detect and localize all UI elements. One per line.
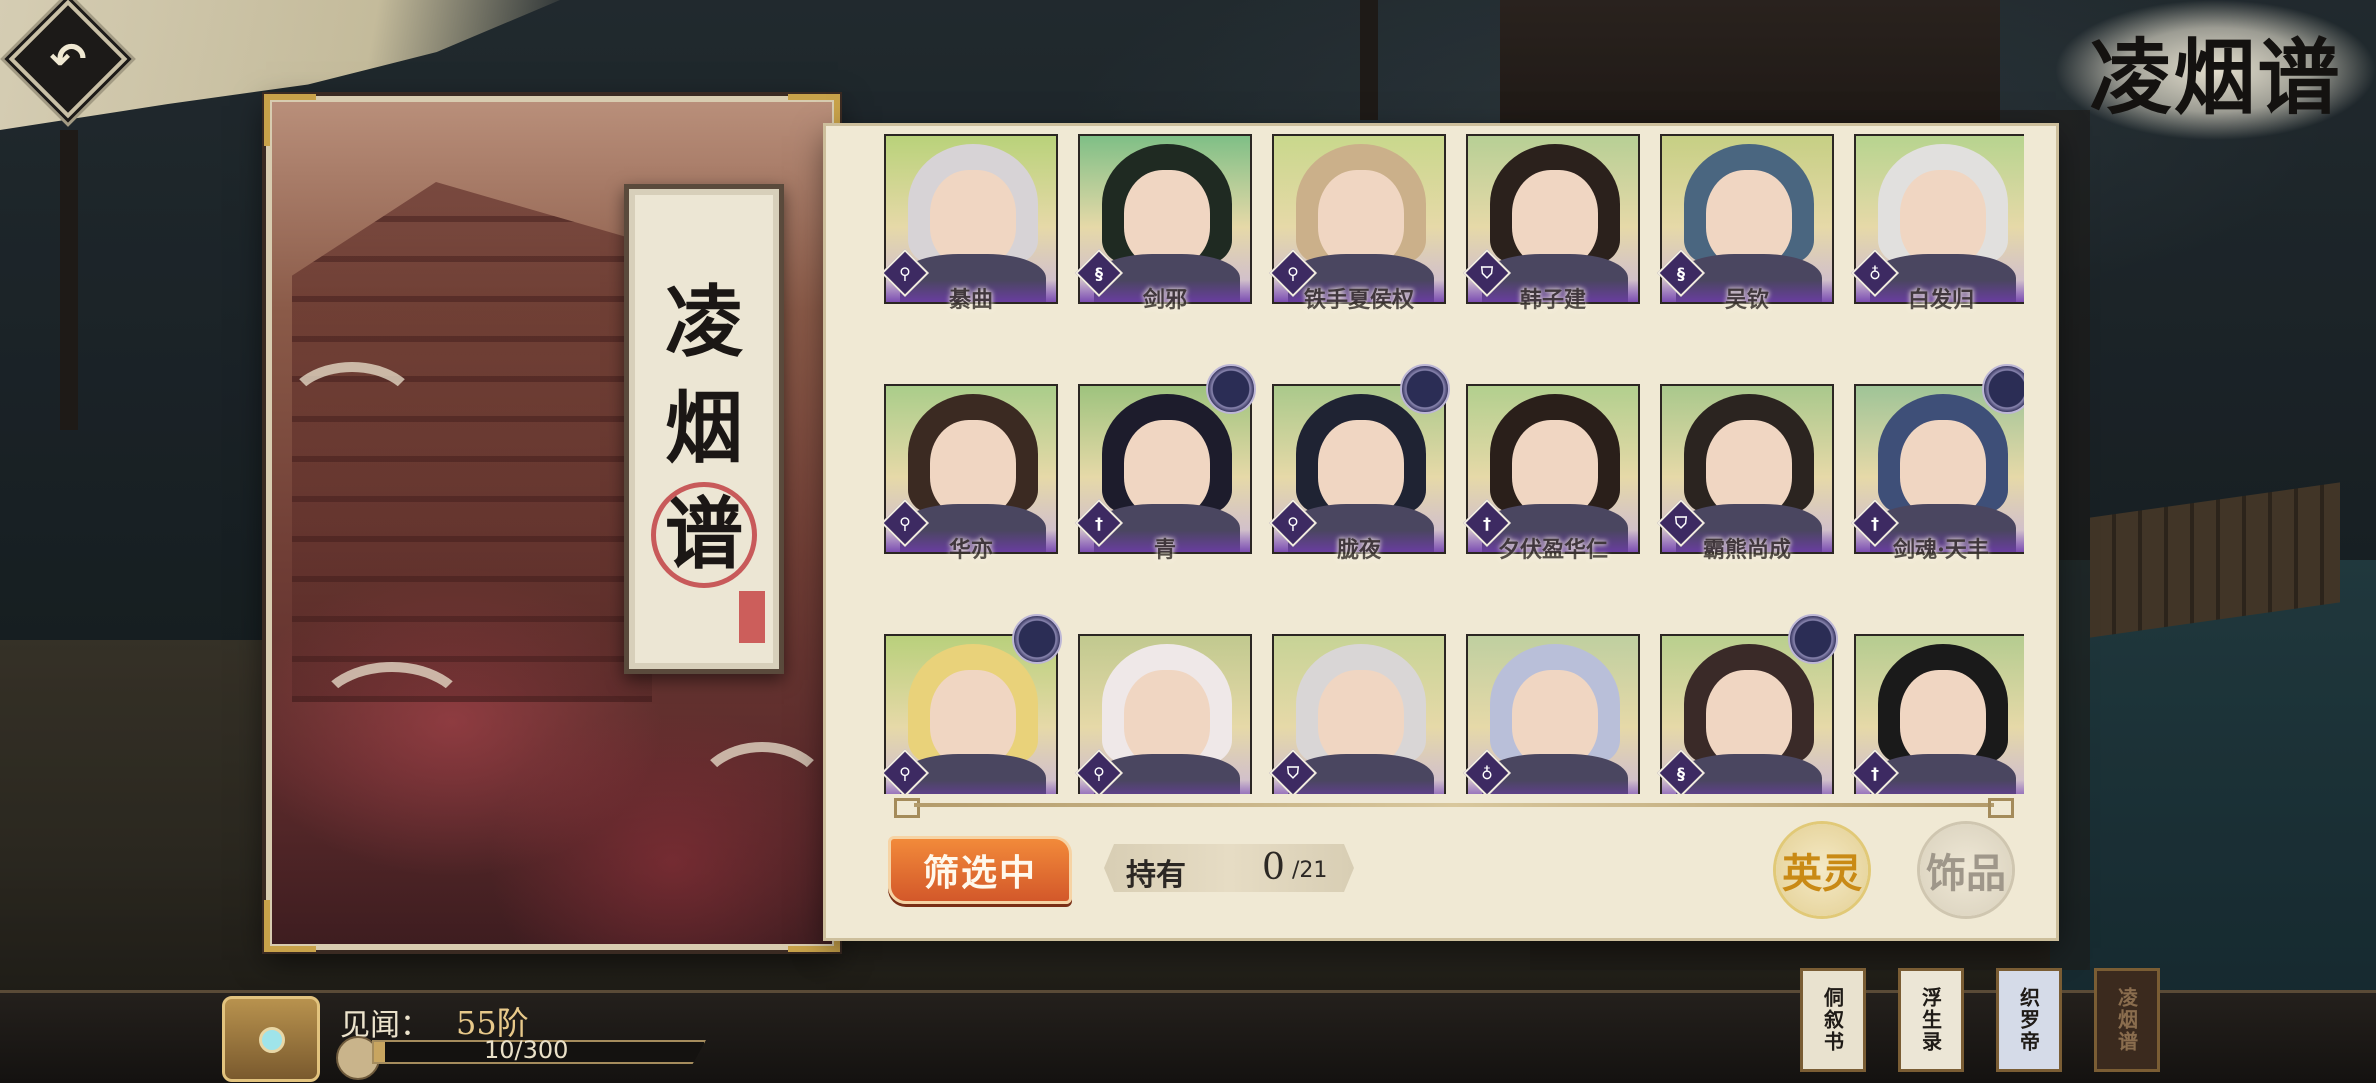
title-tablet: 凌 烟 谱 (624, 184, 784, 674)
character-card[interactable]: † 剑魂·天丰 (1850, 364, 2024, 563)
portrait-face (1512, 170, 1598, 266)
divider-end (1988, 798, 2014, 818)
rank-badge-icon (1206, 364, 1256, 414)
book-tab[interactable]: 侗叙书 (1800, 968, 1866, 1072)
tab-heroes[interactable]: 英灵 (1776, 824, 1868, 916)
book-tab[interactable]: 凌烟谱 (2094, 968, 2160, 1072)
character-name: 韩子建 (1519, 287, 1586, 313)
rank-badge-icon (1788, 614, 1838, 664)
roster-panel: ⚲ 綦曲 § 剑邪 ⚲ 铁手夏侯权 ⛉ 韩子建 § 吴钦 ♁ 白发归 ⚲ 华亦 † 青 ⚲ 胧夜 † 夕伏盈华仁 ⛉ 霸熊… (826, 126, 2056, 938)
character-card[interactable]: † 青 (1074, 364, 1256, 563)
portrait-face (1318, 170, 1404, 266)
character-name: 綦曲 (948, 287, 993, 313)
character-card[interactable]: ⛉ 韩子建 (1462, 134, 1640, 313)
character-card[interactable]: ⚲ 铁手夏侯权 (1268, 134, 1446, 313)
back-arrow-icon: ↶ (49, 33, 87, 85)
owned-label: 持有 (1126, 858, 1186, 893)
tablet-char-3: 谱 (664, 489, 743, 580)
character-card[interactable]: ⚲ (1074, 634, 1252, 794)
character-card[interactable]: § 吴钦 (1656, 134, 1834, 313)
book-corner (264, 900, 316, 952)
cloud-swirl (692, 742, 832, 852)
character-name: 霸熊尚成 (1702, 537, 1791, 563)
treasure-chest-icon[interactable] (222, 996, 320, 1082)
portrait-face (1512, 420, 1598, 516)
character-name: 青 (1153, 537, 1176, 563)
rank-badge-icon (1982, 364, 2024, 414)
page-title: 凌烟谱 (2055, 0, 2376, 140)
portrait-face (930, 670, 1016, 766)
character-card[interactable]: ♁ (1462, 634, 1640, 794)
portrait-face (1706, 170, 1792, 266)
cloud-swirl (312, 662, 472, 772)
tablet-char-2: 烟 (664, 383, 743, 474)
character-card[interactable]: ⚲ 华亦 (884, 384, 1058, 563)
portrait-face (930, 420, 1016, 516)
character-card[interactable]: ⚲ 綦曲 (884, 134, 1058, 313)
character-grid[interactable]: ⚲ 綦曲 § 剑邪 ⚲ 铁手夏侯权 ⛉ 韩子建 § 吴钦 ♁ 白发归 ⚲ 华亦 † 青 ⚲ 胧夜 † 夕伏盈华仁 ⛉ 霸熊… (884, 134, 2024, 794)
character-name: 剑魂·天丰 (1893, 537, 1989, 563)
portrait-face (1124, 170, 1210, 266)
portrait-face (1706, 670, 1792, 766)
book-corner (264, 94, 316, 146)
character-name: 剑邪 (1142, 287, 1187, 313)
character-name: 胧夜 (1336, 537, 1381, 563)
character-card[interactable]: § (1656, 614, 1838, 794)
character-card[interactable]: § 剑邪 (1074, 134, 1252, 313)
portrait-face (1900, 420, 1986, 516)
scroll-divider (894, 798, 2014, 818)
book-tab-label: 凌烟谱 (2114, 987, 2139, 1053)
portrait-face (1124, 420, 1210, 516)
lore-progress-fill (374, 1042, 385, 1062)
book-cover: 凌 烟 谱 (264, 94, 840, 952)
owned-counter: 持有 0 /21 (1104, 844, 1354, 892)
book-tab-label: 浮生录 (1918, 987, 1943, 1053)
character-card[interactable]: ⚲ (884, 614, 1062, 794)
character-card[interactable]: ⛉ 霸熊尚成 (1656, 384, 1834, 563)
owned-total: /21 (1292, 858, 1328, 883)
portrait-face (1512, 670, 1598, 766)
character-name: 华亦 (948, 537, 993, 563)
character-name: 吴钦 (1724, 287, 1769, 313)
portrait-face (1318, 670, 1404, 766)
character-card[interactable]: ⚲ 胧夜 (1268, 364, 1450, 563)
character-card[interactable]: ⛉ (1268, 634, 1446, 794)
owned-count: 0 (1262, 847, 1285, 888)
character-name: 夕伏盈华仁 (1497, 537, 1608, 563)
character-name: 铁手夏侯权 (1303, 287, 1414, 313)
cloud-swirl (282, 362, 422, 462)
portrait-face (1900, 170, 1986, 266)
lore-progress-text: 10/300 (484, 1036, 569, 1064)
portrait-face (1124, 670, 1210, 766)
portrait-face (1318, 420, 1404, 516)
divider-end (894, 798, 920, 818)
filter-button[interactable]: 筛选中 (888, 836, 1072, 904)
portrait-face (1900, 670, 1986, 766)
book-tab-label: 侗叙书 (1820, 987, 1845, 1053)
tablet-ring: 谱 (651, 482, 757, 588)
portrait-face (930, 170, 1016, 266)
book-tab[interactable]: 织罗帝 (1996, 968, 2062, 1072)
book-tab[interactable]: 浮生录 (1898, 968, 1964, 1072)
character-card[interactable]: † 夕伏盈华仁 (1462, 384, 1640, 563)
character-name: 白发归 (1907, 287, 1974, 313)
character-card[interactable]: ♁ 白发归 (1850, 134, 2024, 313)
tab-accessories[interactable]: 饰品 (1920, 824, 2012, 916)
character-card[interactable]: † (1850, 634, 2024, 794)
rank-badge-icon (1012, 614, 1062, 664)
book-tab-label: 织罗帝 (2016, 987, 2041, 1053)
tablet-char-1: 凌 (664, 277, 743, 368)
divider-line (914, 803, 1994, 807)
rank-badge-icon (1400, 364, 1450, 414)
red-seal-stamp (739, 591, 765, 643)
portrait-face (1706, 420, 1792, 516)
